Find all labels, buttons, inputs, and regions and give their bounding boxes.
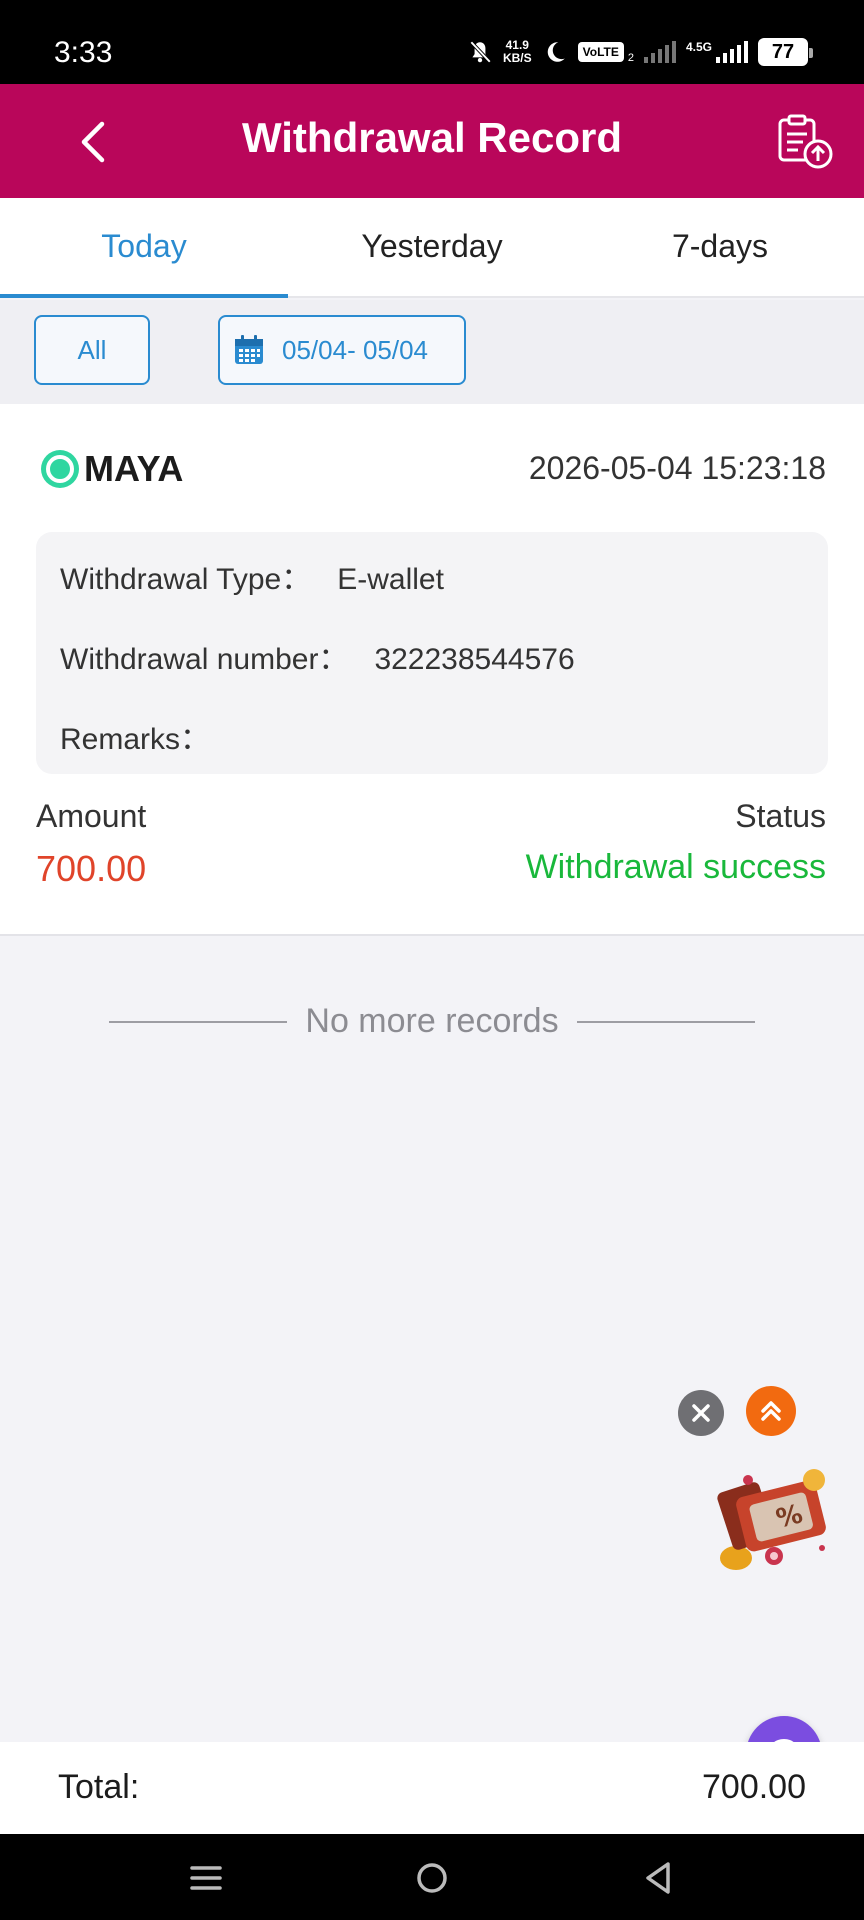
system-navigation-bar bbox=[0, 1834, 864, 1920]
amount-value: 700.00 bbox=[36, 848, 147, 889]
withdrawal-type-label: Withdrawal Type： bbox=[60, 563, 312, 596]
withdrawal-number-row: Withdrawal number： 322238544576 bbox=[60, 634, 575, 678]
total-value: 700.00 bbox=[702, 1768, 806, 1806]
home-icon[interactable] bbox=[408, 1854, 456, 1902]
withdrawal-number-label: Withdrawal number： bbox=[60, 643, 349, 676]
page-title: Withdrawal Record bbox=[241, 114, 622, 161]
tab-7-days[interactable]: 7-days bbox=[576, 198, 864, 296]
status-label: Status bbox=[735, 798, 826, 834]
close-icon bbox=[692, 1404, 710, 1422]
list-end-indicator: No more records bbox=[0, 1002, 864, 1041]
type-filter-button[interactable]: All bbox=[34, 315, 150, 385]
promo-coupon-icon[interactable]: % bbox=[710, 1460, 840, 1580]
withdrawal-type-value: E-wallet bbox=[337, 563, 444, 596]
moon-icon bbox=[547, 42, 565, 62]
status-icons: 41.9 KB/S VoLTE 2 4.5G 77 bbox=[467, 38, 813, 66]
signal-sim1-icon bbox=[716, 41, 748, 63]
date-tabs: Today Yesterday 7-days bbox=[0, 198, 864, 298]
wallet-brand: MAYA bbox=[40, 448, 183, 490]
record-details: Withdrawal Type： E-wallet Withdrawal numb… bbox=[36, 532, 828, 774]
speed-unit: KB/S bbox=[502, 51, 532, 65]
withdrawal-record-card: MAYA 2026-05-04 15:23:18 Withdrawal Type… bbox=[0, 404, 864, 936]
no-more-records-text: No more records bbox=[305, 1002, 559, 1040]
scroll-top-button[interactable] bbox=[746, 1386, 796, 1436]
deposit-record-icon[interactable] bbox=[776, 114, 834, 170]
signal-sim2-icon bbox=[643, 41, 676, 63]
network-speed: 41.9 KB/S bbox=[503, 39, 532, 65]
recent-apps-icon[interactable] bbox=[182, 1854, 230, 1902]
total-bar: Total: 700.00 bbox=[0, 1742, 864, 1834]
tab-yesterday[interactable]: Yesterday bbox=[288, 198, 576, 296]
date-range-button[interactable]: 05/04- 05/04 bbox=[218, 315, 466, 385]
battery-level: 77 bbox=[771, 40, 795, 63]
tab-today[interactable]: Today bbox=[0, 198, 288, 298]
volte-badge: VoLTE bbox=[577, 42, 624, 62]
withdrawal-type-row: Withdrawal Type： E-wallet bbox=[60, 554, 444, 598]
divider-left bbox=[109, 1020, 288, 1023]
app-header: Withdrawal Record bbox=[0, 84, 864, 198]
status-bar: 3:33 41.9 KB/S VoLTE 2 4.5G 77 bbox=[0, 0, 864, 84]
status-value: Withdrawal success bbox=[525, 848, 826, 886]
record-timestamp: 2026-05-04 15:23:18 bbox=[528, 450, 826, 486]
battery-icon: 77 bbox=[758, 38, 813, 66]
close-promo-button[interactable] bbox=[678, 1390, 724, 1436]
network-type: 4.5G bbox=[685, 40, 712, 54]
double-chevron-up-icon bbox=[761, 1401, 781, 1421]
filter-row: All 05/04- 05/04 bbox=[0, 300, 864, 404]
divider-right bbox=[576, 1020, 755, 1023]
date-range-text: 05/04- 05/04 bbox=[282, 334, 429, 365]
status-time: 3:33 bbox=[54, 36, 113, 69]
mute-bell-icon bbox=[469, 40, 492, 64]
volte-sim-number: 2 bbox=[627, 52, 634, 64]
withdrawal-number-value: 322238544576 bbox=[374, 643, 575, 676]
amount-label: Amount bbox=[36, 798, 147, 834]
wallet-brand-name: MAYA bbox=[84, 448, 184, 489]
remarks-label: Remarks： bbox=[60, 723, 211, 756]
back-triangle-icon[interactable] bbox=[634, 1854, 682, 1902]
calendar-icon bbox=[235, 335, 263, 364]
total-label: Total: bbox=[58, 1768, 140, 1806]
maya-logo-icon bbox=[41, 450, 79, 488]
remarks-row: Remarks： bbox=[60, 714, 236, 758]
